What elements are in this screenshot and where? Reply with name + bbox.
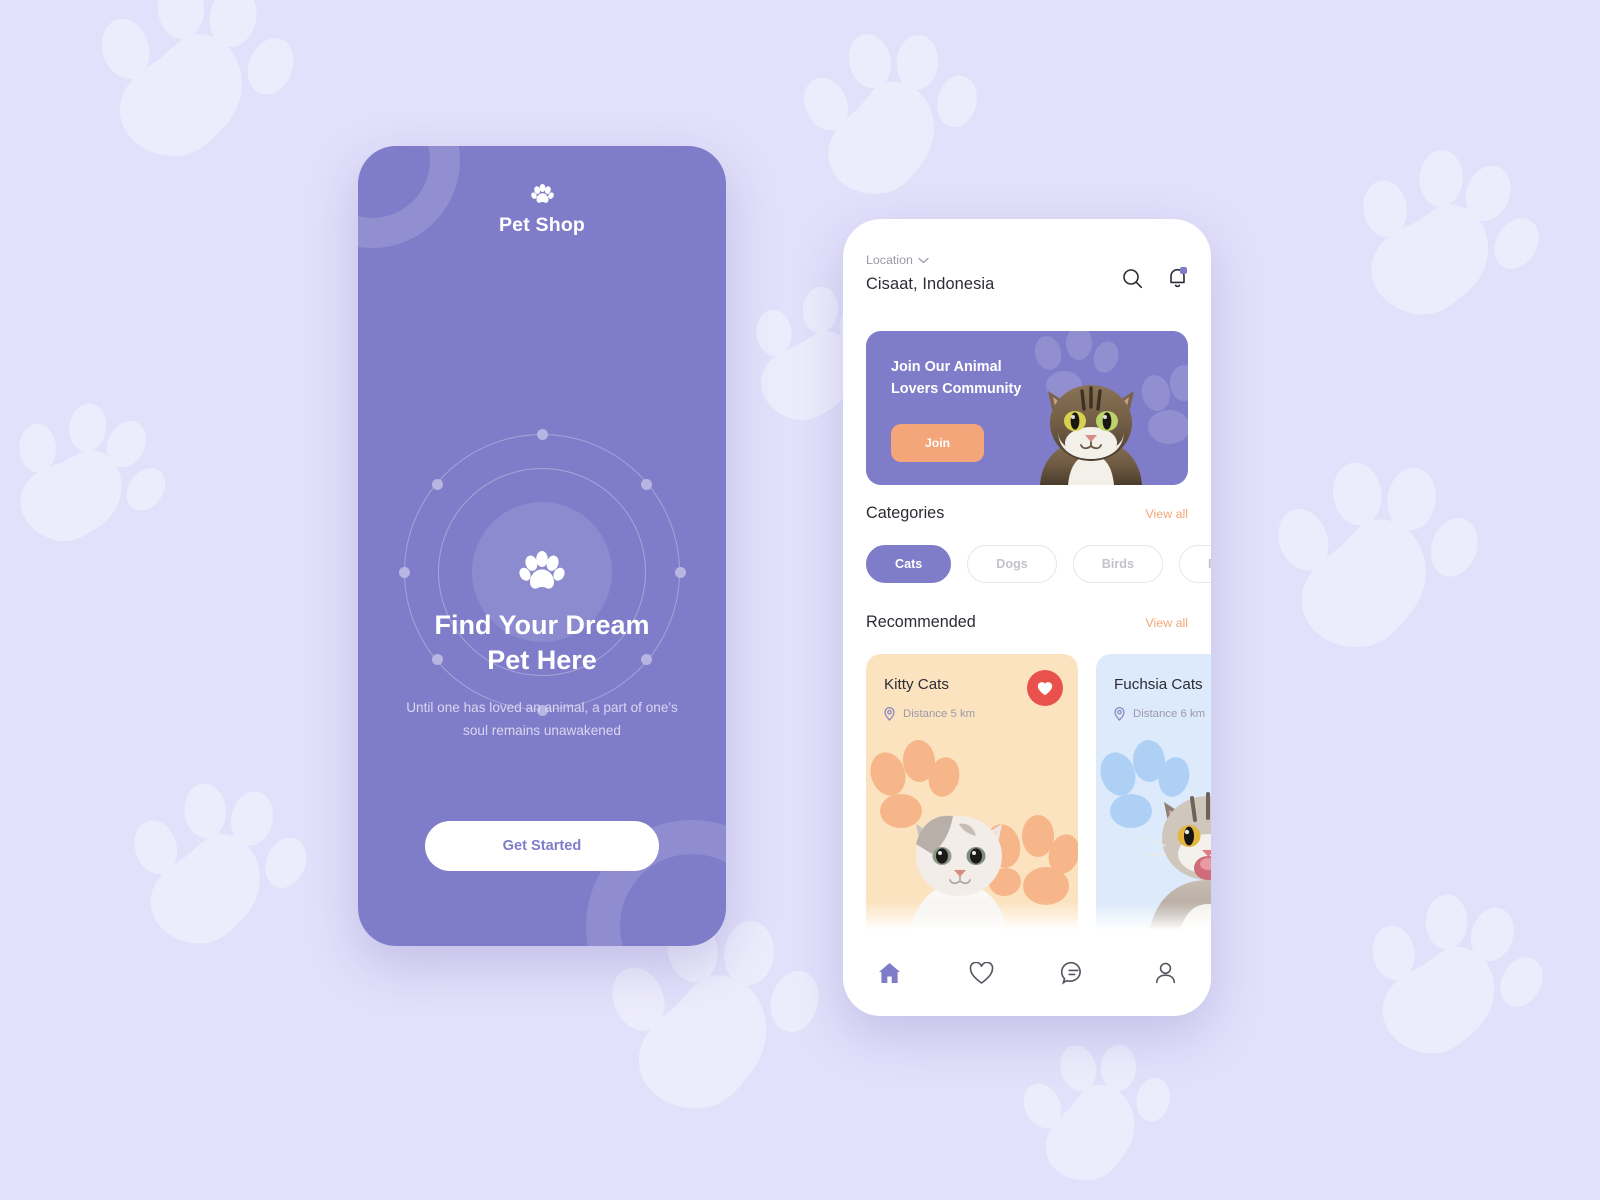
favorite-button[interactable] [1027, 670, 1063, 706]
notification-badge [1180, 267, 1187, 274]
headline-line-2: Pet Here [487, 644, 597, 675]
nav-profile-button[interactable] [1119, 961, 1211, 985]
location-label: Location [866, 253, 913, 267]
search-button[interactable] [1122, 268, 1143, 289]
paw-icon [530, 184, 554, 203]
categories-title: Categories [866, 504, 945, 522]
category-chip-fishes[interactable]: Fishes [1178, 545, 1211, 583]
pet-card-distance: Distance 5 km [884, 707, 975, 721]
home-screen: Location Cisaat, Indonesia Join Our Anim… [843, 219, 1211, 1016]
banner-cat-photo [1040, 385, 1142, 485]
heart-filled-icon [1037, 681, 1053, 695]
categories-view-all-link[interactable]: View all [1146, 507, 1188, 521]
notifications-button[interactable] [1167, 267, 1188, 289]
navbar-fade [843, 902, 1211, 930]
recommended-title: Recommended [866, 613, 976, 631]
pet-card-distance-text: Distance 6 km [1133, 708, 1206, 720]
nav-messages-button[interactable] [1027, 961, 1119, 985]
onboarding-subtext: Until one has loved an animal, a part of… [406, 700, 678, 739]
category-chip-list[interactable]: Cats Dogs Birds Fishes [866, 545, 1211, 583]
bottom-navigation [843, 930, 1211, 1016]
search-icon [1123, 268, 1143, 288]
brand-name: Pet Shop [498, 214, 586, 236]
banner-title-line-1: Join Our Animal [891, 359, 1002, 375]
orbit-dot [536, 428, 548, 440]
orbit-dot [432, 479, 443, 490]
pet-card-name: Fuchsia Cats [1114, 676, 1203, 693]
pet-card-name: Kitty Cats [884, 676, 949, 693]
paw-icon [519, 551, 565, 589]
recommended-view-all-link[interactable]: View all [1146, 616, 1188, 630]
category-chip-birds[interactable]: Birds [1072, 545, 1163, 583]
banner-title-line-2: Lovers Community [891, 380, 1022, 397]
onboarding-screen: Pet Shop Find Your Dream Pet Here Until … [358, 146, 726, 946]
community-banner[interactable]: Join Our Animal Lovers Community Join [866, 331, 1188, 485]
nav-home-button[interactable] [843, 961, 935, 985]
orbit-dot [641, 479, 652, 490]
home-topbar: Location Cisaat, Indonesia [866, 253, 1188, 313]
categories-header: Categories View all [866, 504, 1188, 523]
brand-block: Pet Shop [358, 184, 726, 237]
location-pin-icon [1114, 707, 1125, 721]
orbit-dot [674, 566, 686, 578]
headline-line-1: Find Your Dream [434, 610, 650, 640]
pet-card-distance: Distance 6 km [1114, 707, 1205, 721]
nav-favorites-button[interactable] [935, 961, 1027, 985]
orbit-dot [398, 566, 410, 578]
chevron-down-icon [918, 257, 929, 263]
pet-card-distance-text: Distance 5 km [903, 708, 976, 720]
location-selector[interactable]: Location [866, 253, 1188, 267]
recommended-header: Recommended View all [866, 613, 1188, 632]
category-chip-dogs[interactable]: Dogs [967, 545, 1057, 583]
category-chip-cats[interactable]: Cats [866, 545, 952, 583]
heart-icon [969, 961, 993, 984]
profile-icon [1155, 962, 1175, 984]
banner-title: Join Our Animal Lovers Community [891, 357, 1021, 400]
home-icon [878, 963, 900, 983]
page-title: Find Your Dream Pet Here [358, 608, 726, 677]
join-button[interactable]: Join [891, 424, 984, 462]
background-paw-pattern [0, 0, 1558, 1191]
get-started-button[interactable]: Get Started [425, 821, 659, 871]
topbar-actions [1122, 267, 1188, 289]
location-pin-icon [884, 707, 895, 721]
chat-icon [1060, 961, 1081, 985]
